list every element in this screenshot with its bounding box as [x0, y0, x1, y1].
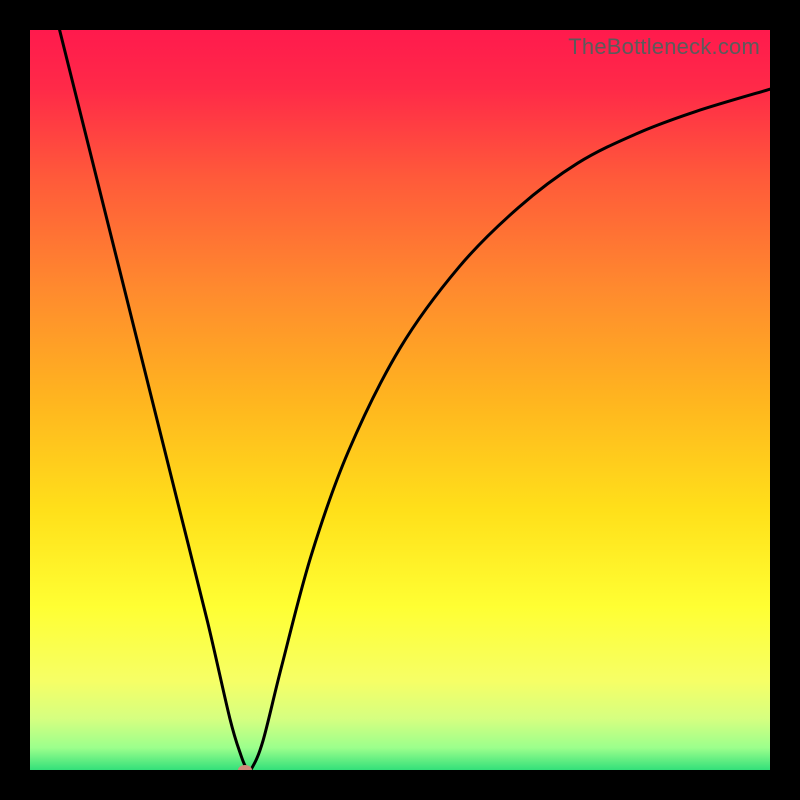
bottleneck-curve — [30, 30, 770, 770]
chart-frame: TheBottleneck.com — [0, 0, 800, 800]
optimal-marker — [238, 765, 252, 770]
plot-area: TheBottleneck.com — [30, 30, 770, 770]
